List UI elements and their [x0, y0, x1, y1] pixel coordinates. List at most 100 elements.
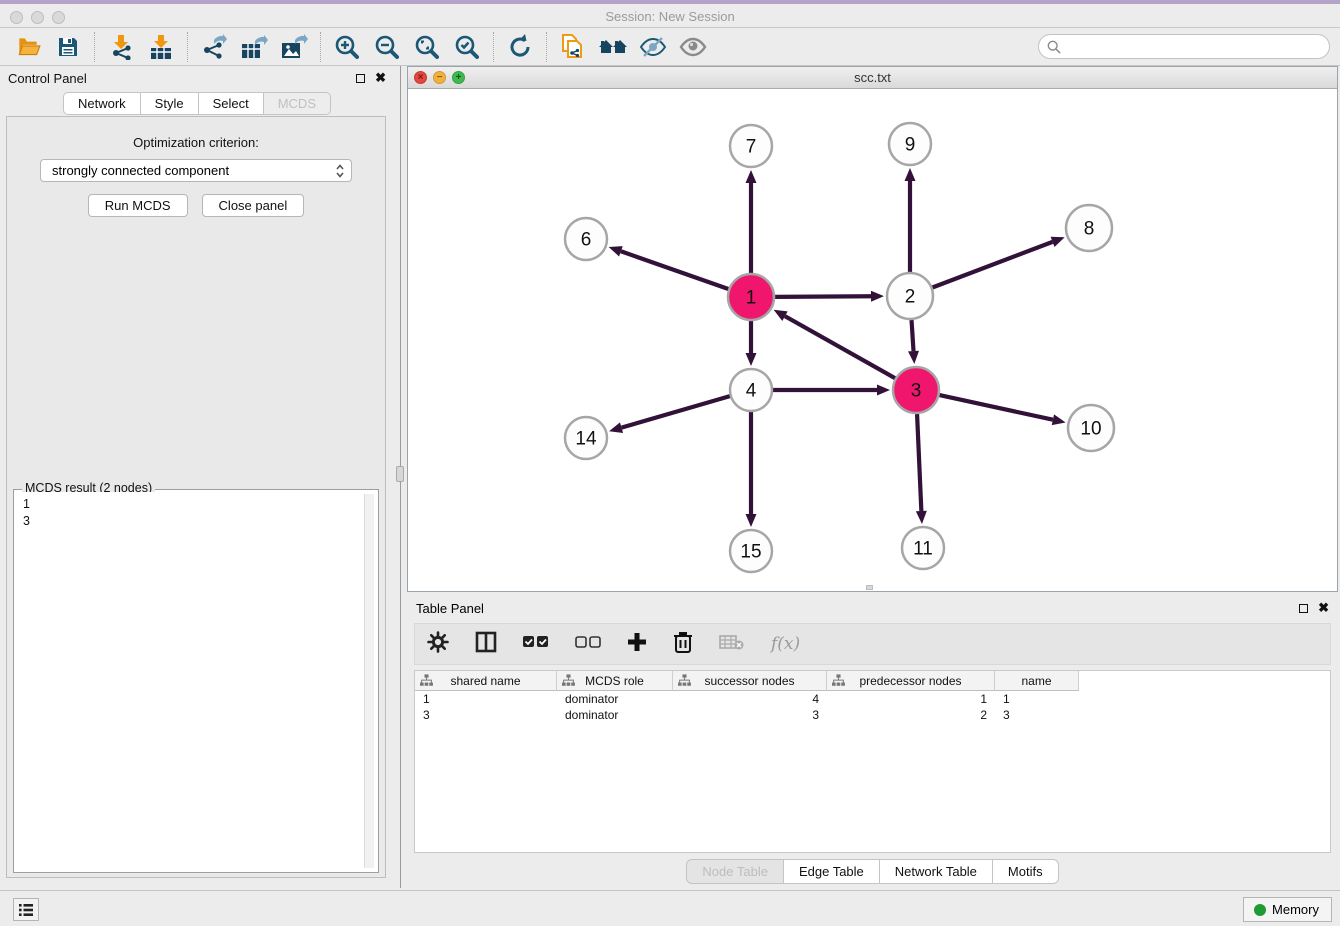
tab-network[interactable]: Network: [63, 92, 141, 115]
column-header-mcds-role[interactable]: MCDS role: [557, 671, 673, 691]
export-table-button[interactable]: [234, 31, 274, 63]
cell-mcds-role[interactable]: dominator: [557, 691, 673, 707]
eye-icon: [678, 34, 708, 60]
column-header-shared-name[interactable]: shared name: [415, 671, 557, 691]
graph-node-label: 8: [1084, 219, 1095, 240]
cell-successor-nodes[interactable]: 4: [673, 691, 827, 707]
graph-edge-1-2[interactable]: [775, 296, 871, 297]
view-resize-handle[interactable]: [866, 585, 873, 590]
cell-predecessor-nodes[interactable]: 2: [827, 707, 995, 723]
panel-splitter[interactable]: [394, 66, 407, 888]
zoom-selected-button[interactable]: [447, 31, 487, 63]
import-table-button[interactable]: [141, 31, 181, 63]
toolbar-separator: [187, 32, 188, 62]
graph-arrowhead: [746, 170, 757, 183]
column-header-successor-nodes[interactable]: successor nodes: [673, 671, 827, 691]
graph-edge-4-14[interactable]: [622, 396, 730, 428]
tab-style[interactable]: Style: [141, 92, 199, 115]
splitter-grip[interactable]: [396, 466, 404, 482]
deselect-all-button[interactable]: [575, 635, 601, 654]
tab-select[interactable]: Select: [199, 92, 264, 115]
float-panel-icon[interactable]: [356, 74, 365, 83]
zoom-fit-icon: [413, 33, 441, 61]
graph-edge-3-11[interactable]: [917, 414, 921, 511]
memory-status-dot: [1254, 904, 1266, 916]
hierarchy-icon: [832, 674, 845, 687]
toggle-view-button[interactable]: [673, 31, 713, 63]
graph-edge-1-6[interactable]: [621, 251, 728, 289]
tab-network-table[interactable]: Network Table: [880, 859, 993, 884]
task-history-button[interactable]: [13, 898, 39, 921]
cell-predecessor-nodes[interactable]: 1: [827, 691, 995, 707]
zoom-fit-button[interactable]: [407, 31, 447, 63]
refresh-view-button[interactable]: [500, 31, 540, 63]
clone-network-button[interactable]: [553, 31, 593, 63]
hierarchy-icon: [678, 674, 691, 687]
column-header-name[interactable]: name: [995, 671, 1079, 691]
mcds-result-item: 1: [23, 496, 376, 513]
cell-name[interactable]: 1: [995, 691, 1079, 707]
graph-edge-2-8[interactable]: [932, 242, 1052, 288]
control-panel-tabs: Network Style Select MCDS: [0, 92, 394, 115]
criterion-dropdown[interactable]: strongly connected component: [40, 159, 352, 182]
zoom-out-button[interactable]: [367, 31, 407, 63]
toolbar-separator: [94, 32, 95, 62]
houses-icon: [597, 34, 629, 60]
cell-shared-name[interactable]: 3: [415, 707, 557, 723]
float-table-panel-icon[interactable]: [1299, 604, 1308, 613]
cell-successor-nodes[interactable]: 3: [673, 707, 827, 723]
export-image-button[interactable]: [274, 31, 314, 63]
close-table-panel-icon[interactable]: ✖: [1318, 600, 1329, 616]
add-column-button[interactable]: [627, 632, 647, 657]
show-all-windows-button[interactable]: [593, 31, 633, 63]
tab-node-table[interactable]: Node Table: [686, 859, 784, 884]
zoom-in-button[interactable]: [327, 31, 367, 63]
search-field[interactable]: [1038, 34, 1330, 59]
export-network-button[interactable]: [194, 31, 234, 63]
graph-edge-3-10[interactable]: [939, 395, 1052, 420]
graph-arrowhead: [1051, 237, 1065, 247]
table-panel: Table Panel ✖ f(x) shared name MCDS rol: [407, 597, 1338, 889]
toolbar-separator: [546, 32, 547, 62]
hierarchy-icon: [562, 674, 575, 687]
toolbar-separator: [320, 32, 321, 62]
cell-shared-name[interactable]: 1: [415, 691, 557, 707]
column-header-predecessor-nodes[interactable]: predecessor nodes: [827, 671, 995, 691]
graph-arrowhead: [871, 291, 884, 302]
delete-column-button[interactable]: [673, 631, 693, 658]
select-all-button[interactable]: [523, 635, 549, 654]
open-file-button[interactable]: [8, 31, 48, 63]
table-row[interactable]: 1 dominator 4 1 1: [415, 691, 1330, 707]
hide-panels-button[interactable]: [633, 31, 673, 63]
run-mcds-button[interactable]: Run MCDS: [88, 194, 188, 217]
save-session-button[interactable]: [48, 31, 88, 63]
zoom-in-icon: [333, 33, 361, 61]
save-icon: [56, 35, 80, 59]
control-panel: Control Panel ✖ Network Style Select MCD…: [0, 66, 394, 888]
memory-button[interactable]: Memory: [1243, 897, 1332, 922]
table-tabs: Node Table Edge Table Network Table Moti…: [407, 859, 1338, 884]
node-table[interactable]: shared name MCDS role successor nodes pr…: [414, 670, 1331, 853]
network-window-titlebar[interactable]: × − + scc.txt: [408, 67, 1337, 89]
close-panel-icon[interactable]: ✖: [375, 70, 386, 86]
list-icon: [18, 903, 34, 917]
tab-edge-table[interactable]: Edge Table: [784, 859, 880, 884]
graph-edge-2-3[interactable]: [912, 320, 914, 351]
tab-motifs[interactable]: Motifs: [993, 859, 1059, 884]
network-canvas[interactable]: 7968124314101511: [408, 89, 1337, 590]
export-table-icon: [240, 34, 268, 60]
table-row[interactable]: 3 dominator 3 2 3: [415, 707, 1330, 723]
search-input[interactable]: [1066, 39, 1329, 54]
table-settings-button[interactable]: [427, 631, 449, 658]
status-bar: Memory: [0, 890, 1340, 926]
result-scrollbar[interactable]: [364, 494, 374, 868]
graph-arrowhead: [916, 511, 927, 524]
optimization-criterion-label: Optimization criterion:: [7, 135, 385, 150]
graph-edge-3-1[interactable]: [785, 316, 895, 378]
column-layout-button[interactable]: [475, 631, 497, 658]
import-network-button[interactable]: [101, 31, 141, 63]
cell-mcds-role[interactable]: dominator: [557, 707, 673, 723]
tab-mcds[interactable]: MCDS: [264, 92, 331, 115]
cell-name[interactable]: 3: [995, 707, 1079, 723]
close-panel-button[interactable]: Close panel: [202, 194, 305, 217]
